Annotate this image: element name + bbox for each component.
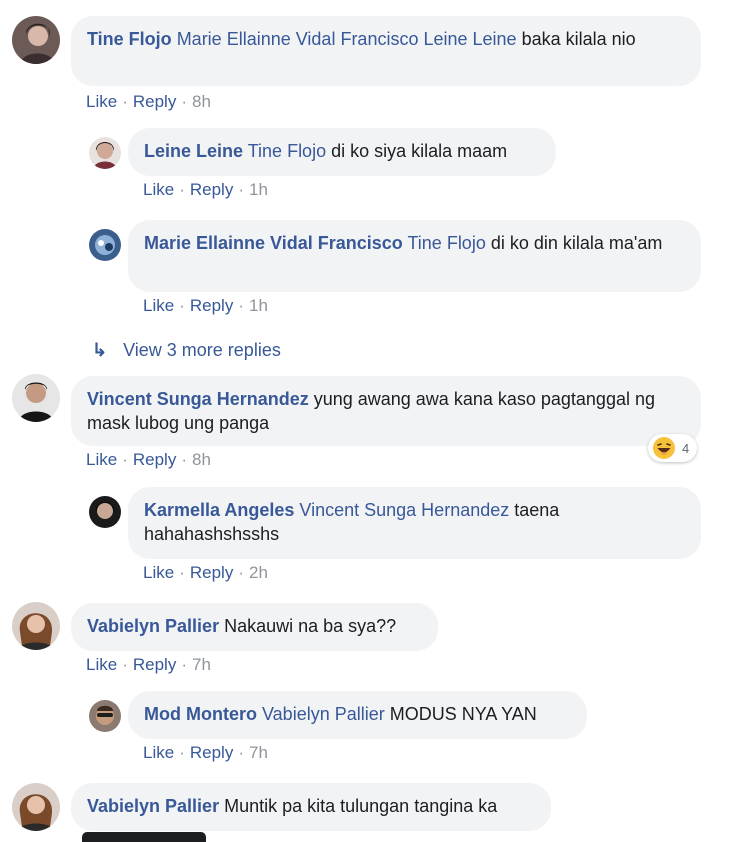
attachment-preview-edge xyxy=(82,832,206,842)
view-more-replies-link[interactable]: ↳ View 3 more replies xyxy=(92,340,281,360)
avatar[interactable] xyxy=(12,374,60,422)
comment-mention[interactable]: Vabielyn Pallier xyxy=(262,704,385,724)
view-more-label: View 3 more replies xyxy=(123,340,281,360)
avatar[interactable] xyxy=(89,700,121,732)
reply-arrow-icon: ↳ xyxy=(92,340,108,360)
reaction-count: 4 xyxy=(682,440,690,456)
comment-mention[interactable]: Tine Flojo xyxy=(248,141,326,161)
separator-dot: · xyxy=(238,563,244,582)
comment-timestamp[interactable]: 1h xyxy=(249,180,268,199)
reply-link[interactable]: Reply xyxy=(133,655,176,674)
comment-text: Nakauwi na ba sya?? xyxy=(219,616,397,636)
comment-timestamp[interactable]: 1h xyxy=(249,296,268,315)
avatar[interactable] xyxy=(89,229,121,261)
comment-mention[interactable]: Vincent Sunga Hernandez xyxy=(299,500,509,520)
comment-bubble: Leine Leine Tine Flojo di ko siya kilala… xyxy=(128,128,556,176)
separator-dot: · xyxy=(179,743,185,762)
like-link[interactable]: Like xyxy=(143,563,174,582)
like-link[interactable]: Like xyxy=(86,450,117,469)
comment-mention[interactable]: Marie Ellainne Vidal Francisco Leine Lei… xyxy=(177,29,517,49)
separator-dot: · xyxy=(122,450,128,469)
comment-bubble: Marie Ellainne Vidal Francisco Tine Floj… xyxy=(128,220,701,292)
comment-text: di ko siya kilala maam xyxy=(326,141,508,161)
separator-dot: · xyxy=(181,450,187,469)
comment-timestamp[interactable]: 8h xyxy=(192,92,211,111)
comment-text: baka kilala nio xyxy=(516,29,636,49)
comment-actions: Like · Reply · 8h xyxy=(86,450,211,470)
separator-dot: · xyxy=(238,180,244,199)
comment-bubble: Tine Flojo Marie Ellainne Vidal Francisc… xyxy=(71,16,701,86)
reply-link[interactable]: Reply xyxy=(190,180,233,199)
comment-text: MODUS NYA YAN xyxy=(384,704,537,724)
like-link[interactable]: Like xyxy=(143,743,174,762)
comment-author[interactable]: Vabielyn Pallier xyxy=(87,616,219,636)
comment-author[interactable]: Mod Montero xyxy=(144,704,257,724)
avatar[interactable] xyxy=(12,783,60,831)
comment-text: di ko din kilala ma'am xyxy=(485,233,663,253)
comment-actions: Like · Reply · 1h xyxy=(143,296,268,316)
comment-author[interactable]: Karmella Angeles xyxy=(144,500,294,520)
reply-link[interactable]: Reply xyxy=(190,563,233,582)
comment-text: Muntik pa kita tulungan tangina ka xyxy=(219,796,498,816)
separator-dot: · xyxy=(181,92,187,111)
like-link[interactable]: Like xyxy=(86,92,117,111)
comment-actions: Like · Reply · 7h xyxy=(86,655,211,675)
reply-link[interactable]: Reply xyxy=(190,743,233,762)
separator-dot: · xyxy=(238,296,244,315)
haha-emoji-icon xyxy=(653,437,675,459)
comment-bubble: Vabielyn Pallier Muntik pa kita tulungan… xyxy=(71,783,551,831)
comment-timestamp[interactable]: 7h xyxy=(249,743,268,762)
comment-author[interactable]: Marie Ellainne Vidal Francisco xyxy=(144,233,403,253)
comment-bubble: Karmella Angeles Vincent Sunga Hernandez… xyxy=(128,487,701,559)
separator-dot: · xyxy=(179,180,185,199)
like-link[interactable]: Like xyxy=(143,296,174,315)
avatar[interactable] xyxy=(89,496,121,528)
separator-dot: · xyxy=(181,655,187,674)
separator-dot: · xyxy=(122,92,128,111)
comment-actions: Like · Reply · 7h xyxy=(143,743,268,763)
avatar[interactable] xyxy=(89,137,121,169)
comment-bubble: Vincent Sunga Hernandez yung awang awa k… xyxy=(71,376,701,446)
comment-author[interactable]: Vabielyn Pallier xyxy=(87,796,219,816)
comment-author[interactable]: Vincent Sunga Hernandez xyxy=(87,389,309,409)
reply-link[interactable]: Reply xyxy=(190,296,233,315)
avatar[interactable] xyxy=(12,16,60,64)
comment-timestamp[interactable]: 2h xyxy=(249,563,268,582)
comment-timestamp[interactable]: 8h xyxy=(192,450,211,469)
comment-author[interactable]: Leine Leine xyxy=(144,141,243,161)
comment-actions: Like · Reply · 8h xyxy=(86,92,211,112)
comment-author[interactable]: Tine Flojo xyxy=(87,29,172,49)
comment-bubble: Vabielyn Pallier Nakauwi na ba sya?? xyxy=(71,603,438,651)
separator-dot: · xyxy=(179,563,185,582)
avatar[interactable] xyxy=(12,602,60,650)
separator-dot: · xyxy=(122,655,128,674)
comment-actions: Like · Reply · 1h xyxy=(143,180,268,200)
comment-actions: Like · Reply · 2h xyxy=(143,563,268,583)
like-link[interactable]: Like xyxy=(86,655,117,674)
reply-link[interactable]: Reply xyxy=(133,450,176,469)
reply-link[interactable]: Reply xyxy=(133,92,176,111)
reaction-badge[interactable]: 4 xyxy=(648,434,698,462)
comment-mention[interactable]: Tine Flojo xyxy=(407,233,485,253)
comment-bubble: Mod Montero Vabielyn Pallier MODUS NYA Y… xyxy=(128,691,587,739)
comment-timestamp[interactable]: 7h xyxy=(192,655,211,674)
like-link[interactable]: Like xyxy=(143,180,174,199)
separator-dot: · xyxy=(238,743,244,762)
separator-dot: · xyxy=(179,296,185,315)
